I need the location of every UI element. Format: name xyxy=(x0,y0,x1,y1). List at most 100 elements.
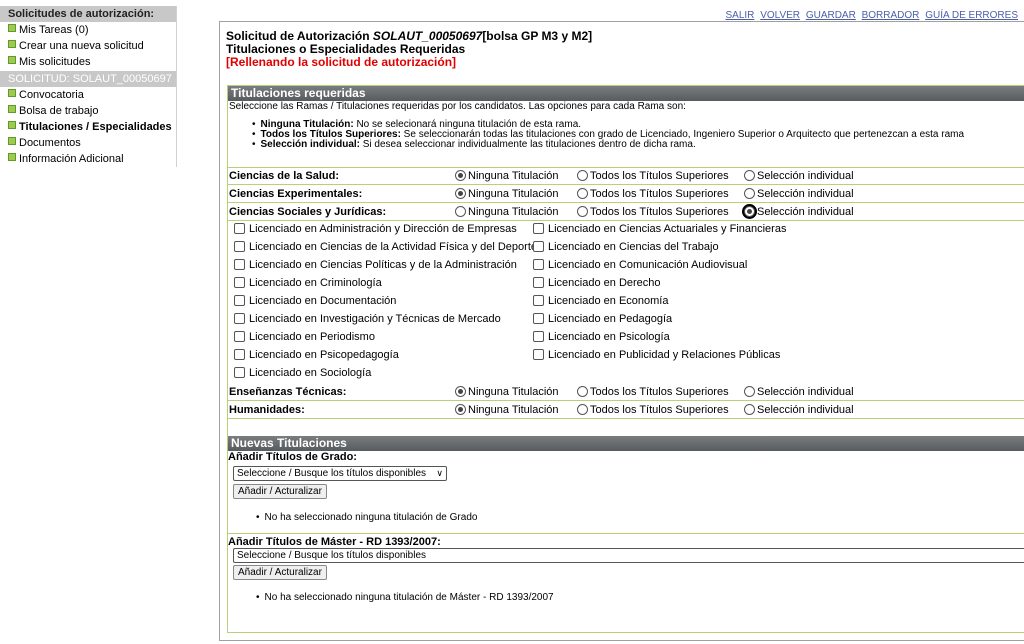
radio-label: Ninguna Titulación xyxy=(468,206,559,218)
titulacion-checkbox-item[interactable]: Licenciado en Derecho xyxy=(533,277,661,289)
titulacion-label: Licenciado en Documentación xyxy=(249,295,397,307)
borrador-link[interactable]: BORRADOR xyxy=(862,10,920,21)
radio-button[interactable] xyxy=(744,404,755,415)
radio-button[interactable] xyxy=(455,170,466,181)
radio-label: Selección individual xyxy=(757,188,854,200)
titulacion-checkbox-item[interactable]: Licenciado en Ciencias Políticas y de la… xyxy=(234,259,517,271)
radio-button[interactable] xyxy=(577,188,588,199)
checkbox[interactable] xyxy=(234,367,245,378)
checkbox[interactable] xyxy=(234,259,245,270)
titulacion-checkbox-item[interactable]: Licenciado en Sociología xyxy=(234,367,371,379)
master-add-button[interactable]: Añadir / Acturalizar xyxy=(233,565,327,580)
checkbox[interactable] xyxy=(533,331,544,342)
radio-button[interactable] xyxy=(577,386,588,397)
rama-option[interactable]: Todos los Títulos Superiores xyxy=(577,386,729,398)
radio-label: Selección individual xyxy=(757,386,854,398)
rama-option[interactable]: Ninguna Titulación xyxy=(455,404,559,416)
titulacion-label: Licenciado en Economía xyxy=(548,295,669,307)
rama-option[interactable]: Todos los Títulos Superiores xyxy=(577,170,729,182)
rama-option[interactable]: Todos los Títulos Superiores xyxy=(577,206,729,218)
status-text: [Rellenando la solicitud de autorización… xyxy=(226,55,457,69)
radio-button[interactable] xyxy=(577,404,588,415)
checkbox[interactable] xyxy=(234,223,245,234)
grado-add-button[interactable]: Añadir / Acturalizar xyxy=(233,484,327,499)
titulacion-checkbox-item[interactable]: Licenciado en Investigación y Técnicas d… xyxy=(234,313,501,325)
radio-button[interactable] xyxy=(455,188,466,199)
titulacion-label: Licenciado en Administración y Dirección… xyxy=(249,223,517,235)
rama-option[interactable]: Ninguna Titulación xyxy=(455,206,559,218)
grado-select[interactable]: Seleccione / Busque los títulos disponib… xyxy=(233,466,447,481)
rama-option[interactable]: Ninguna Titulación xyxy=(455,386,559,398)
rama-option[interactable]: Todos los Títulos Superiores xyxy=(577,188,729,200)
sidebar-item-mis-solicitudes[interactable]: Mis solicitudes xyxy=(0,54,176,70)
checkbox[interactable] xyxy=(234,241,245,252)
rama-option[interactable]: Selección individual xyxy=(744,206,854,218)
titulacion-checkbox-item[interactable]: Licenciado en Periodismo xyxy=(234,331,375,343)
titulacion-checkbox-item[interactable]: Licenciado en Comunicación Audiovisual xyxy=(533,259,747,271)
sidebar-item-convocatoria[interactable]: Convocatoria xyxy=(0,87,176,103)
titulacion-checkbox-item[interactable]: Licenciado en Ciencias Actuariales y Fin… xyxy=(533,223,786,235)
sidebar-item-crear-solicitud[interactable]: Crear una nueva solicitud xyxy=(0,38,176,54)
rama-name: Ciencias Sociales y Jurídicas: xyxy=(229,206,387,218)
sidebar-item-documentos[interactable]: Documentos xyxy=(0,135,176,151)
rama-option[interactable]: Selección individual xyxy=(744,386,854,398)
titulacion-checkbox-item[interactable]: Licenciado en Criminología xyxy=(234,277,382,289)
sidebar-item-label: Bolsa de trabajo xyxy=(19,105,99,117)
sidebar-item-label: Mis Tareas (0) xyxy=(19,24,89,36)
sidebar-item-mis-tareas[interactable]: Mis Tareas (0) xyxy=(0,22,176,38)
titulacion-checkbox-item[interactable]: Licenciado en Psicología xyxy=(533,331,670,343)
sidebar-item-bolsa[interactable]: Bolsa de trabajo xyxy=(0,103,176,119)
salir-link[interactable]: SALIR xyxy=(726,10,755,21)
checkbox[interactable] xyxy=(533,277,544,288)
radio-button[interactable] xyxy=(455,404,466,415)
form-container: Titulaciones requeridas Seleccione las R… xyxy=(227,85,1024,633)
volver-link[interactable]: VOLVER xyxy=(760,10,800,21)
radio-button[interactable] xyxy=(744,170,755,181)
radio-button[interactable] xyxy=(455,386,466,397)
titulacion-checkbox-item[interactable]: Licenciado en Publicidad y Relaciones Pú… xyxy=(533,349,780,361)
checkbox[interactable] xyxy=(234,295,245,306)
checkbox[interactable] xyxy=(234,277,245,288)
titulacion-checkbox-item[interactable]: Licenciado en Documentación xyxy=(234,295,396,307)
titulacion-checkbox-item[interactable]: Licenciado en Ciencias del Trabajo xyxy=(533,241,719,253)
guia-errores-link[interactable]: GUÍA DE ERRORES xyxy=(925,10,1018,21)
radio-button[interactable] xyxy=(744,206,755,217)
sidebar-item-informacion[interactable]: Información Adicional xyxy=(0,151,176,167)
checkbox[interactable] xyxy=(533,295,544,306)
rama-option[interactable]: Ninguna Titulación xyxy=(455,188,559,200)
checkbox[interactable] xyxy=(533,241,544,252)
radio-label: Todos los Títulos Superiores xyxy=(590,386,729,398)
rama-option[interactable]: Ninguna Titulación xyxy=(455,170,559,182)
checkbox[interactable] xyxy=(234,313,245,324)
radio-button[interactable] xyxy=(744,188,755,199)
checkbox[interactable] xyxy=(533,259,544,270)
rama-option[interactable]: Selección individual xyxy=(744,170,854,182)
guardar-link[interactable]: GUARDAR xyxy=(806,10,856,21)
checkbox[interactable] xyxy=(234,349,245,360)
titulacion-checkbox-item[interactable]: Licenciado en Psicopedagogía xyxy=(234,349,399,361)
rama-row: Ciencias Experimentales: Ninguna Titulaci… xyxy=(228,186,1024,203)
bullet-square-icon xyxy=(8,89,16,97)
section-header-nuevas: Nuevas Titulaciones xyxy=(228,436,1024,451)
master-select[interactable]: Seleccione / Busque los títulos disponib… xyxy=(233,548,1024,563)
titulacion-label: Licenciado en Derecho xyxy=(548,277,661,289)
checkbox[interactable] xyxy=(533,313,544,324)
grado-empty-message: No ha seleccionado ninguna titulación de… xyxy=(256,513,478,523)
radio-button[interactable] xyxy=(577,170,588,181)
checkbox[interactable] xyxy=(533,223,544,234)
radio-label: Todos los Títulos Superiores xyxy=(590,170,729,182)
rama-option[interactable]: Selección individual xyxy=(744,404,854,416)
radio-button[interactable] xyxy=(744,386,755,397)
titulacion-checkbox-item[interactable]: Licenciado en Ciencias de la Actividad F… xyxy=(234,241,537,253)
titulacion-checkbox-item[interactable]: Licenciado en Administración y Dirección… xyxy=(234,223,517,235)
checkbox[interactable] xyxy=(234,331,245,342)
titulacion-checkbox-item[interactable]: Licenciado en Pedagogía xyxy=(533,313,672,325)
titulacion-checkbox-item[interactable]: Licenciado en Economía xyxy=(533,295,668,307)
titulacion-label: Licenciado en Ciencias Actuariales y Fin… xyxy=(548,223,787,235)
radio-button[interactable] xyxy=(455,206,466,217)
rama-option[interactable]: Todos los Títulos Superiores xyxy=(577,404,729,416)
checkbox[interactable] xyxy=(533,349,544,360)
radio-button[interactable] xyxy=(577,206,588,217)
rama-option[interactable]: Selección individual xyxy=(744,188,854,200)
sidebar-item-titulaciones[interactable]: Titulaciones / Especialidades xyxy=(0,119,176,135)
